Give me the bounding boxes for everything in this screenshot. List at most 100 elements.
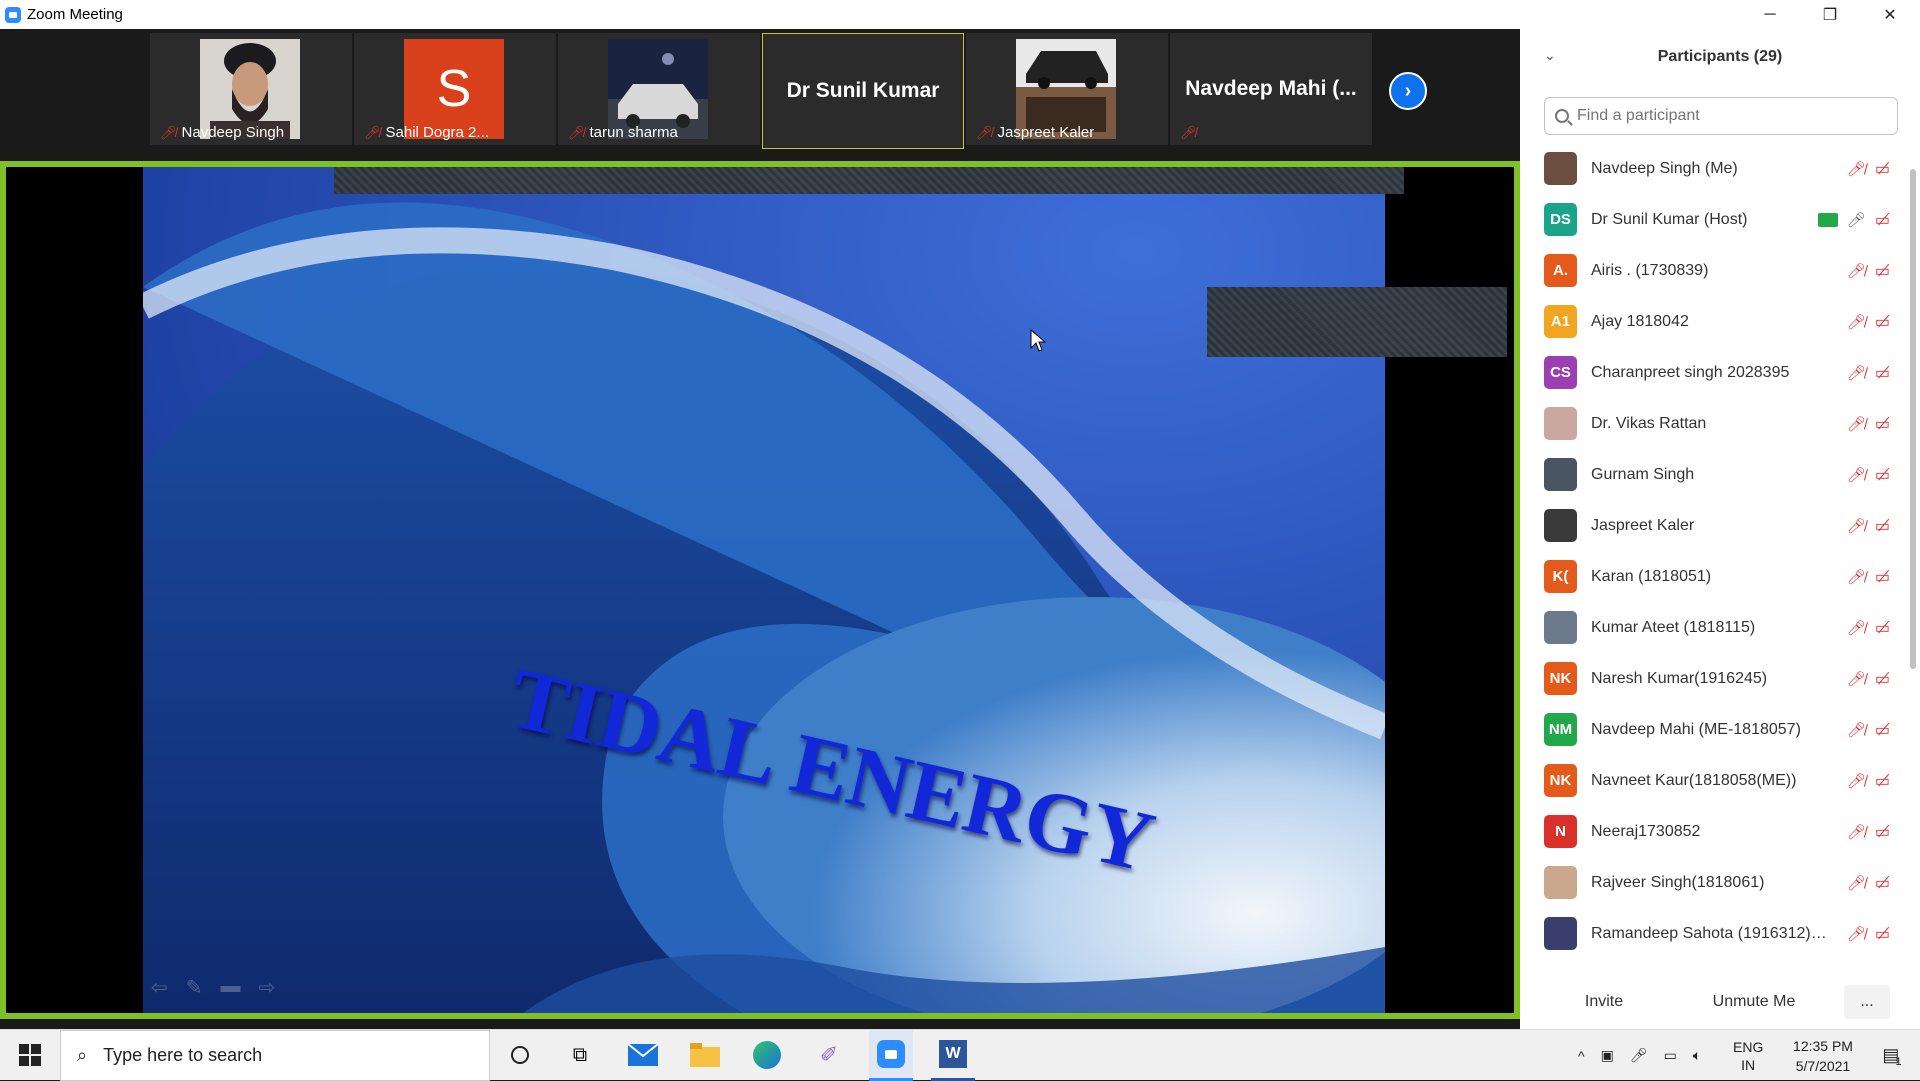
participant-row[interactable]: NM Navdeep Mahi (ME-1818057) 🎤︎̸ ▭̸ <box>1544 704 1890 755</box>
participant-status-icons: 🎤︎̸ ▭̸ <box>1847 465 1890 485</box>
chevron-right-icon: › <box>1404 79 1412 102</box>
file-explorer-icon[interactable] <box>688 1038 722 1072</box>
participant-row[interactable]: Dr. Vikas Rattan 🎤︎̸ ▭̸ <box>1544 398 1890 449</box>
volume-icon[interactable]: 🔈︎ <box>1693 1047 1701 1064</box>
notifications-button[interactable]: ▤ 1 <box>1872 1030 1912 1081</box>
participant-status-icons: 🎤︎̸ ▭̸ <box>1847 771 1890 791</box>
participant-row[interactable]: NK Navneet Kaur(1818058(ME)) 🎤︎̸ ▭̸ <box>1544 755 1890 806</box>
mic-muted-icon: 🎤︎̸ <box>1846 466 1866 484</box>
video-tile[interactable]: S 🎤︎̸ Sahil Dogra 2... <box>354 33 556 145</box>
mic-muted-icon: 🎤︎̸ <box>1846 925 1866 943</box>
participant-row[interactable]: Navdeep Singh (Me) 🎤︎̸ ▭̸ <box>1544 143 1890 194</box>
participant-row[interactable]: DS Dr Sunil Kumar (Host) 🎤︎ ▭̸ <box>1544 194 1890 245</box>
participant-row[interactable]: Rajveer Singh(1818061) 🎤︎̸ ▭̸ <box>1544 857 1890 908</box>
participant-row[interactable]: Kumar Ateet (1818115) 🎤︎̸ ▭̸ <box>1544 602 1890 653</box>
microphone-icon[interactable]: 🎤︎ <box>1630 1047 1648 1064</box>
hidden-overlay <box>334 167 1404 194</box>
slide-nav-controls[interactable]: ⇦ ✎ ▬ ⇨ <box>151 975 275 1000</box>
participant-row[interactable]: A. Airis . (1730839) 🎤︎̸ ▭̸ <box>1544 245 1890 296</box>
avatar: N <box>1544 815 1577 848</box>
avatar: K( <box>1544 560 1577 593</box>
participant-row[interactable]: Ramandeep Sahota (1916312)M... 🎤︎̸ ▭̸ <box>1544 908 1890 959</box>
video-off-icon: ▭̸ <box>1874 772 1890 790</box>
word-icon[interactable]: W <box>931 1030 975 1081</box>
participant-row[interactable]: A1 Ajay 1818042 🎤︎̸ ▭̸ <box>1544 296 1890 347</box>
notification-count: 1 <box>1895 1055 1902 1068</box>
avatar: A1 <box>1544 305 1577 338</box>
scrollbar[interactable] <box>1910 169 1916 669</box>
mic-muted-icon: 🎤︎̸ <box>1180 125 1197 140</box>
language-code: ENG <box>1733 1038 1764 1055</box>
mic-muted-icon: 🎤︎̸ <box>364 124 381 140</box>
participant-row[interactable]: Gurnam Singh 🎤︎̸ ▭̸ <box>1544 449 1890 500</box>
participant-name: Ajay 1818042 <box>1591 312 1689 330</box>
zoom-logo-icon <box>5 6 21 23</box>
paint-icon[interactable]: ✐ <box>812 1038 846 1072</box>
windows-start-icon[interactable] <box>13 1038 47 1072</box>
participant-row[interactable]: CS Charanpreet singh 2028395 🎤︎̸ ▭̸ <box>1544 347 1890 398</box>
clock[interactable]: 12:35 PM 5/7/2021 <box>1778 1030 1868 1081</box>
participant-name: Gurnam Singh <box>1591 465 1695 483</box>
window-title: Zoom Meeting <box>27 6 123 23</box>
pen-icon[interactable]: ✎ <box>186 975 203 1000</box>
avatar: NK <box>1544 662 1577 695</box>
task-view-icon[interactable]: ⧉ <box>563 1038 597 1072</box>
cortana-icon[interactable] <box>503 1038 537 1072</box>
next-slide-icon[interactable]: ⇨ <box>259 975 276 1000</box>
zoom-taskbar-icon[interactable] <box>869 1030 913 1081</box>
screen-share-view: TIDAL ENERGY ⇦ ✎ ▬ ⇨ <box>0 161 1520 1019</box>
restore-button[interactable]: ❐ <box>1800 0 1860 29</box>
video-off-icon: ▭̸ <box>1874 925 1890 943</box>
video-tile[interactable]: 🎤︎̸ tarun sharma <box>558 33 760 145</box>
mic-muted-icon: 🎤︎̸ <box>1846 262 1866 280</box>
search-icon <box>1555 109 1569 123</box>
participant-name: Jaspreet Kaler <box>1591 516 1695 534</box>
mail-icon[interactable] <box>626 1038 660 1072</box>
close-button[interactable]: ✕ <box>1860 0 1920 29</box>
participant-name: Airis . (1730839) <box>1591 261 1709 279</box>
mic-muted-icon: 🎤︎̸ <box>1846 160 1866 178</box>
video-tile[interactable]: 🎤︎̸ Navdeep Singh <box>150 33 352 145</box>
active-speaker-tile[interactable]: Dr Sunil Kumar <box>762 33 964 149</box>
mic-muted-icon: 🎤︎̸ <box>1846 772 1866 790</box>
edge-icon[interactable] <box>750 1038 784 1072</box>
battery-icon[interactable]: ▭ <box>1664 1047 1677 1064</box>
participant-status-icons: 🎤︎̸ ▭̸ <box>1847 720 1890 740</box>
participant-row[interactable]: K(Karan (1818051) 🎤︎̸ ▭̸ <box>1544 551 1890 602</box>
avatar <box>1544 509 1577 542</box>
search-input[interactable] <box>1577 107 1877 125</box>
participant-status-icons: 🎤︎̸ ▭̸ <box>1847 822 1890 842</box>
prev-slide-icon[interactable]: ⇦ <box>151 975 168 1000</box>
taskbar-search[interactable]: ⌕ Type here to search <box>60 1030 490 1081</box>
participant-status-icons: 🎤︎̸ ▭̸ <box>1847 516 1890 536</box>
wave-image <box>143 167 1385 1013</box>
participant-status-icons: 🎤︎̸ ▭̸ <box>1847 669 1890 689</box>
invite-button[interactable]: Invite <box>1564 985 1644 1019</box>
video-tile[interactable]: Navdeep Mahi (... 🎤︎̸ <box>1170 33 1372 145</box>
next-page-button[interactable]: › <box>1389 72 1427 110</box>
window-titlebar: Zoom Meeting ─ ❐ ✕ <box>0 0 1920 29</box>
participant-row[interactable]: N Neeraj1730852 🎤︎̸ ▭̸ <box>1544 806 1890 857</box>
participant-status-icons: 🎤︎̸ ▭̸ <box>1847 873 1890 893</box>
participant-name: Navneet Kaur(1818058(ME)) <box>1591 771 1797 789</box>
mic-muted-icon: 🎤︎̸ <box>1846 670 1866 688</box>
more-button[interactable]: ... <box>1844 985 1890 1019</box>
participant-row[interactable]: NK Naresh Kumar(1916245) 🎤︎̸ ▭̸ <box>1544 653 1890 704</box>
language-indicator[interactable]: ENG IN <box>1733 1030 1763 1081</box>
minimize-button[interactable]: ─ <box>1740 0 1800 29</box>
video-off-icon: ▭̸ <box>1874 262 1890 280</box>
participant-row[interactable]: Jaspreet Kaler 🎤︎̸ ▭̸ <box>1544 500 1890 551</box>
tile-name: Dr Sunil Kumar <box>786 79 940 102</box>
mic-muted-icon: 🎤︎̸ <box>1846 823 1866 841</box>
participant-search[interactable] <box>1544 97 1898 135</box>
video-tile[interactable]: 🎤︎̸ Jaspreet Kaler <box>966 33 1168 145</box>
video-off-icon: ▭̸ <box>1874 415 1890 433</box>
mic-muted-icon: 🎤︎̸ <box>1846 415 1866 433</box>
meeting-icon[interactable]: ▣ <box>1601 1047 1614 1064</box>
mic-muted-icon: 🎤︎̸ <box>568 124 585 140</box>
slides-icon[interactable]: ▬ <box>221 975 241 1000</box>
region-code: IN <box>1741 1056 1756 1073</box>
unmute-me-button[interactable]: Unmute Me <box>1684 985 1824 1019</box>
avatar: DS <box>1544 203 1577 236</box>
chevron-up-icon[interactable]: ^ <box>1578 1048 1585 1064</box>
